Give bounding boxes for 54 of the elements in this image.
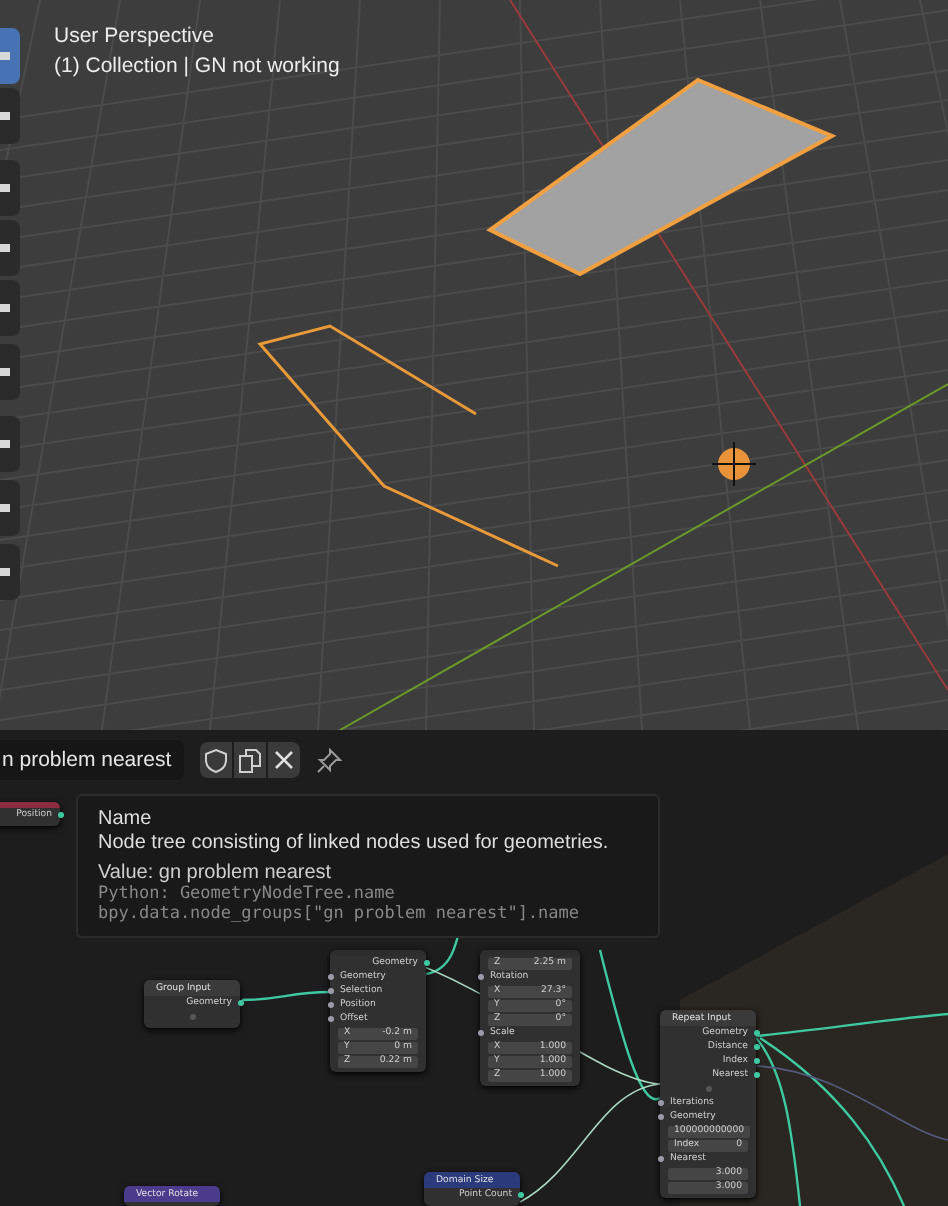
copy-icon (237, 747, 262, 773)
socket-icon[interactable] (477, 974, 483, 980)
socket-icon[interactable] (327, 1002, 333, 1008)
close-icon (273, 750, 294, 770)
pin-icon[interactable] (315, 747, 342, 773)
tool-button[interactable] (0, 280, 20, 336)
tool-icon (0, 106, 12, 126)
tool-button[interactable] (0, 160, 20, 216)
tool-icon (0, 362, 12, 382)
view-name: User Perspective (54, 24, 216, 48)
socket-icon[interactable] (753, 1072, 759, 1078)
tooltip-value: Value: gn problem nearest (98, 862, 334, 884)
tool-button[interactable] (0, 344, 20, 400)
node-link (241, 990, 331, 1002)
python-path: bpy.data.node_groups["gn problem nearest"].name (98, 904, 582, 924)
duplicate-button[interactable] (233, 742, 266, 778)
socket-icon[interactable] (57, 812, 63, 818)
socket-icon[interactable] (327, 974, 333, 980)
socket-icon[interactable] (753, 1058, 759, 1064)
socket-icon[interactable] (327, 988, 333, 994)
selected-plane[interactable] (486, 77, 837, 277)
socket-icon[interactable] (657, 1100, 663, 1106)
tool-icon (0, 178, 12, 198)
socket-icon[interactable] (753, 1030, 759, 1036)
unlink-button[interactable] (267, 742, 300, 778)
socket-icon[interactable] (517, 1192, 523, 1198)
tool-button[interactable] (0, 88, 20, 144)
tool-button[interactable] (0, 544, 20, 600)
tool-icon (0, 498, 12, 518)
collection-info: (1) Collection | GN not working (54, 54, 340, 78)
socket-icon[interactable] (657, 1156, 663, 1162)
tool-icon (0, 434, 12, 454)
socket-icon[interactable] (237, 1000, 243, 1006)
tooltip-title: Name (98, 808, 154, 830)
tool-button[interactable] (0, 416, 20, 472)
tool-button[interactable] (0, 480, 20, 536)
socket-icon[interactable] (657, 1114, 663, 1120)
shield-icon (203, 747, 228, 773)
socket-icon[interactable] (753, 1044, 759, 1050)
socket-icon[interactable] (477, 1030, 483, 1036)
tool-button[interactable] (0, 220, 20, 276)
fake-user-button[interactable] (199, 742, 232, 778)
socket-icon[interactable] (327, 1016, 333, 1022)
tool-icon (0, 562, 12, 582)
object-origin-icon[interactable] (711, 441, 757, 487)
selected-outline[interactable] (257, 324, 559, 568)
tool-icon (0, 298, 12, 318)
socket-icon[interactable] (423, 960, 429, 966)
tooltip-description: Node tree consisting of linked nodes used for geometries. (98, 832, 611, 854)
node-tree-name-field[interactable]: n problem nearest (0, 740, 184, 780)
tool-icon (0, 238, 12, 258)
tool-button[interactable] (0, 28, 20, 84)
tool-icon (0, 46, 12, 66)
python-path: Python: GeometryNodeTree.name (98, 884, 397, 904)
